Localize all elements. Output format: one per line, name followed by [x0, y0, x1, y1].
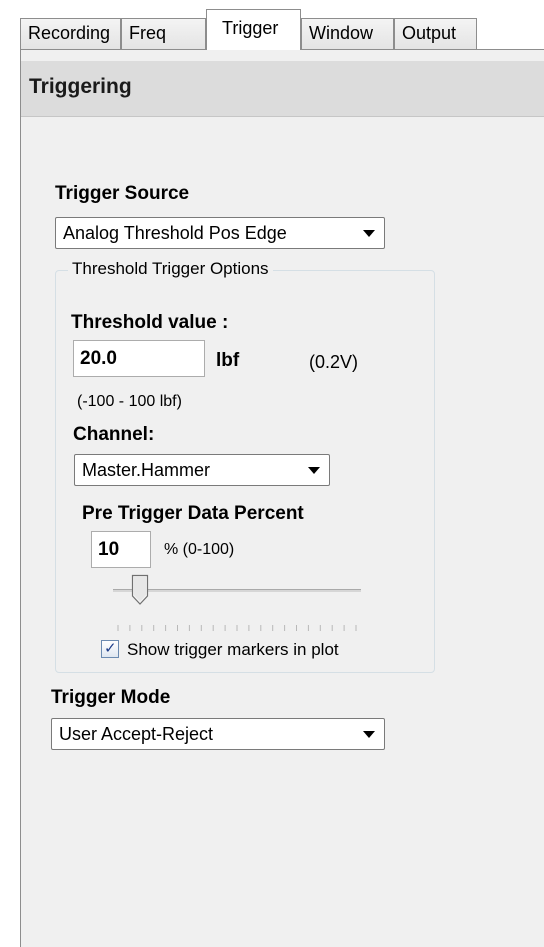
chevron-down-icon [308, 467, 320, 474]
trigger-source-label: Trigger Source [55, 183, 190, 204]
pre-trigger-range: % (0-100) [164, 541, 235, 558]
show-markers-checkbox[interactable]: ✓ [101, 639, 119, 658]
pre-trigger-slider-track[interactable] [113, 589, 361, 592]
tab-recording[interactable]: Recording [20, 18, 121, 49]
tab-window[interactable]: Window [301, 18, 394, 49]
slider-ticks [117, 625, 357, 631]
threshold-unit: lbf [216, 350, 240, 371]
pre-trigger-slider-thumb[interactable] [131, 574, 149, 606]
threshold-value-input[interactable] [73, 340, 205, 377]
page-title: Triggering [29, 75, 132, 98]
chevron-down-icon [363, 731, 375, 738]
chevron-down-icon [363, 230, 375, 237]
tab-output[interactable]: Output [394, 18, 477, 49]
tab-freq[interactable]: Freq [121, 18, 206, 49]
group-legend: Threshold Trigger Options [68, 259, 273, 279]
threshold-range: (-100 - 100 lbf) [77, 393, 182, 410]
threshold-value-label: Threshold value : [71, 312, 229, 333]
channel-label: Channel: [73, 424, 155, 445]
pre-trigger-input[interactable] [91, 531, 151, 568]
panel-header: Triggering [21, 61, 544, 117]
trigger-mode-label: Trigger Mode [51, 687, 171, 708]
channel-selected: Master.Hammer [82, 460, 211, 480]
trigger-source-dropdown[interactable]: Analog Threshold Pos Edge [55, 217, 385, 249]
channel-dropdown[interactable]: Master.Hammer [74, 454, 330, 486]
trigger-mode-dropdown[interactable]: User Accept-Reject [51, 718, 385, 750]
pre-trigger-label: Pre Trigger Data Percent [82, 503, 304, 524]
trigger-panel: Triggering Trigger Source Analog Thresho… [20, 50, 544, 947]
threshold-voltage: (0.2V) [309, 352, 359, 372]
tab-trigger[interactable]: Trigger [206, 9, 301, 50]
show-markers-label[interactable]: Show trigger markers in plot [127, 640, 339, 660]
check-icon: ✓ [104, 639, 117, 657]
tab-strip: Recording Freq Trigger Window Output [0, 0, 544, 50]
trigger-source-selected: Analog Threshold Pos Edge [63, 223, 287, 243]
trigger-mode-selected: User Accept-Reject [59, 724, 214, 744]
